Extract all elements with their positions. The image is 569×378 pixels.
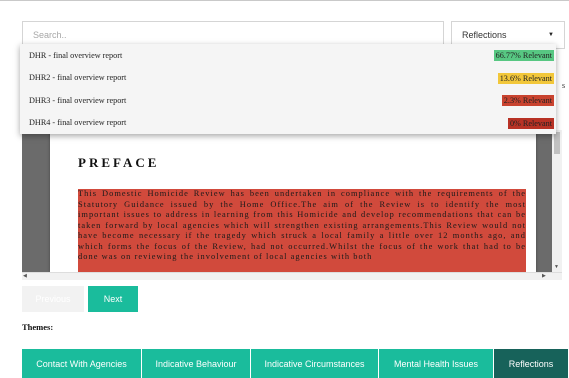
scrollbar-thumb[interactable] [554, 132, 560, 154]
top-border [0, 0, 569, 1]
relevance-badge: 0% Relevant [507, 117, 554, 129]
tab-mental-health-issues[interactable]: Mental Health Issues [379, 349, 493, 378]
scroll-right-arrow-icon[interactable]: ▶ [542, 273, 546, 279]
tab-reflections[interactable]: Reflections [494, 349, 568, 378]
relevance-badge: 66.77% Relevant [493, 50, 554, 61]
clipped-text: s [562, 81, 566, 90]
result-title: DHR2 - final overview report [29, 73, 127, 83]
relevance-badge: 2.3% Relevant [501, 95, 554, 106]
scroll-left-arrow-icon[interactable]: ◀ [23, 273, 27, 279]
next-button[interactable]: Next [88, 286, 138, 312]
result-item[interactable]: DHR4 - final overview report 0% Relevant [20, 112, 556, 135]
document-heading: PREFACE [78, 155, 160, 170]
document-page: PREFACE This Domestic Homicide Review ha… [50, 130, 536, 273]
result-title: DHR - final overview report [29, 50, 123, 60]
result-item[interactable]: DHR - final overview report 66.77% Relev… [20, 44, 556, 67]
theme-select-value: Reflections [462, 30, 507, 40]
highlighted-passage: This Domestic Homicide Review has been u… [78, 189, 526, 273]
document-viewer[interactable]: PREFACE This Domestic Homicide Review ha… [22, 130, 562, 280]
result-title: DHR3 - final overview report [29, 95, 127, 105]
themes-label: Themes: [22, 322, 54, 332]
tab-contact-with-agencies[interactable]: Contact With Agencies [22, 349, 141, 378]
relevance-badge: 13.6% Relevant [497, 72, 554, 84]
themes-tab-bar: Contact With Agencies Indicative Behavio… [22, 349, 569, 378]
previous-button[interactable]: Previous [22, 286, 84, 312]
result-item[interactable]: DHR2 - final overview report 13.6% Relev… [20, 67, 556, 90]
result-title: DHR4 - final overview report [29, 118, 127, 128]
vertical-scrollbar[interactable]: ▼ [552, 130, 562, 272]
search-results-dropdown: DHR - final overview report 66.77% Relev… [20, 44, 556, 134]
chevron-down-icon: ▼ [548, 32, 554, 38]
tab-indicative-behaviour[interactable]: Indicative Behaviour [142, 349, 250, 378]
result-item[interactable]: DHR3 - final overview report 2.3% Releva… [20, 89, 556, 112]
horizontal-scrollbar[interactable]: ◀ ▶ [22, 272, 562, 280]
scroll-down-arrow-icon[interactable]: ▼ [554, 264, 559, 270]
tab-indicative-circumstances[interactable]: Indicative Circumstances [251, 349, 378, 378]
